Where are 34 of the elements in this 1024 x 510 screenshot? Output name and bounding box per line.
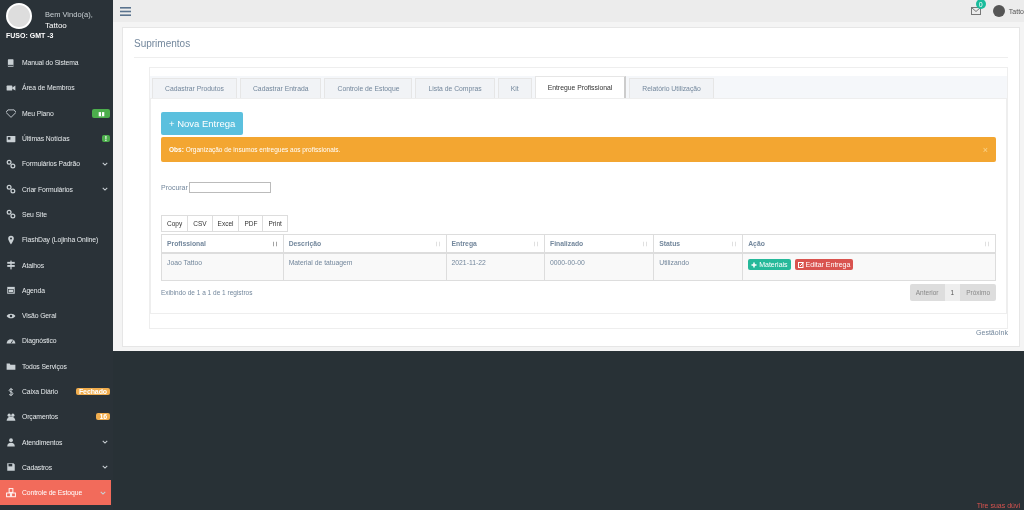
- users-icon: [6, 411, 16, 422]
- cubes-icon: [6, 487, 16, 498]
- page-title: Suprimentos: [134, 28, 1008, 58]
- user-avatar[interactable]: [992, 5, 1005, 17]
- sort-icon[interactable]: [642, 240, 649, 247]
- sort-icon[interactable]: [533, 240, 539, 247]
- link-icon: [6, 209, 16, 220]
- newspaper-icon: [6, 133, 16, 144]
- link-icon: [6, 184, 16, 195]
- folder-icon: [6, 361, 16, 372]
- edit-icon: [797, 261, 804, 268]
- calendar-icon: [6, 285, 16, 296]
- user-name: Tattoo: [45, 21, 67, 30]
- logo-avatar: [6, 3, 32, 29]
- plus-icon: [751, 261, 758, 268]
- chevron-down-icon: [100, 489, 106, 496]
- search-field[interactable]: [188, 182, 271, 193]
- chevron-down-icon: [102, 464, 108, 471]
- diamond-icon: [6, 108, 16, 119]
- chevron-down-icon: [102, 439, 108, 446]
- user-icon: [6, 437, 16, 448]
- chevron-down-icon: [102, 186, 108, 193]
- mail-icon[interactable]: [970, 7, 981, 15]
- sort-icon[interactable]: [434, 240, 441, 247]
- map-pin-icon: [6, 234, 16, 245]
- sort-ascending-icon[interactable]: [271, 240, 278, 247]
- sort-icon[interactable]: [984, 240, 990, 247]
- menu-icon[interactable]: [120, 6, 131, 16]
- chevron-down-icon: [102, 160, 108, 167]
- dollar-icon: [6, 386, 16, 397]
- link-icon: [6, 158, 16, 169]
- signpost-icon: [6, 260, 16, 270]
- book-icon: [6, 57, 16, 68]
- sort-icon[interactable]: [731, 240, 738, 247]
